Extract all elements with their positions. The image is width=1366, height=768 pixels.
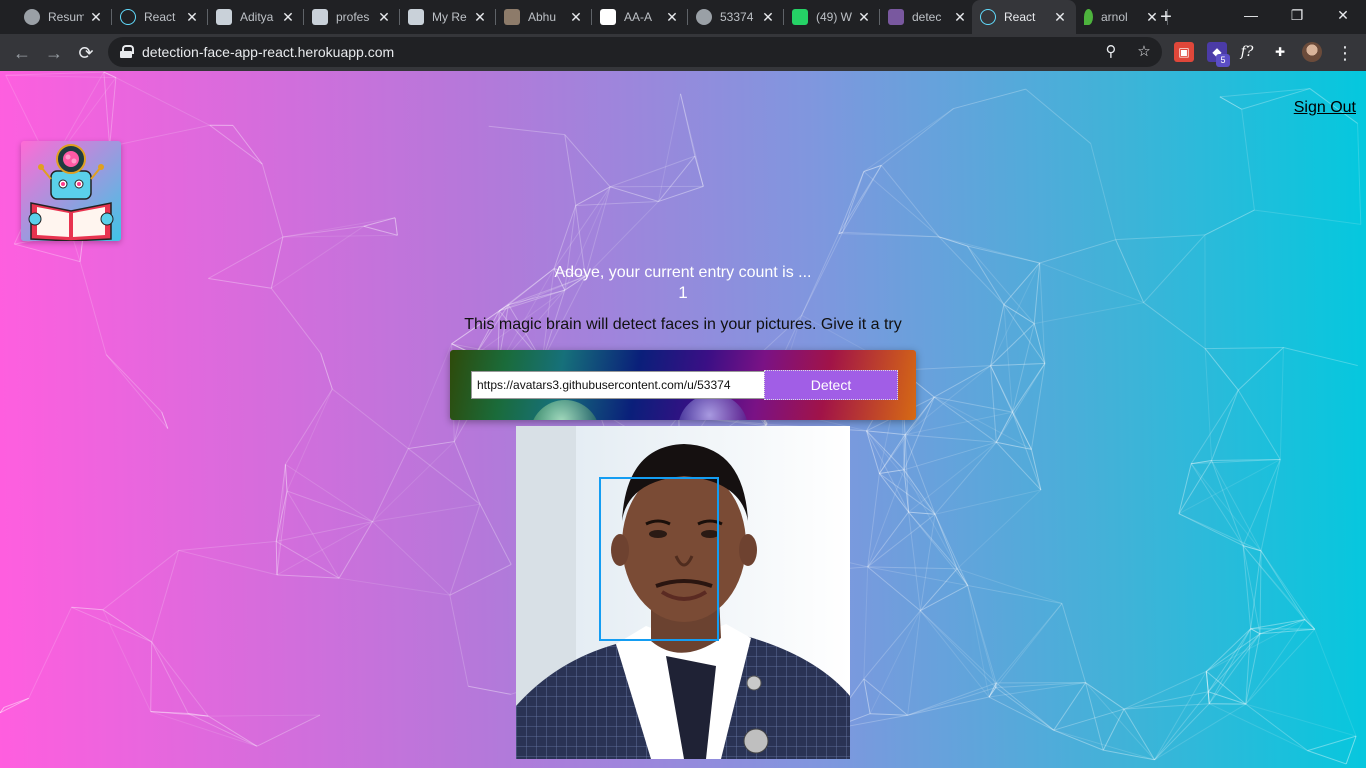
- github-icon: [600, 9, 616, 25]
- bookmark-star-icon[interactable]: ☆: [1134, 42, 1154, 62]
- tab-close-icon[interactable]: ✕: [376, 9, 392, 26]
- tab-title: arnol: [1101, 10, 1128, 24]
- extension-badge: 5: [1216, 54, 1230, 67]
- minimize-button[interactable]: —: [1228, 0, 1274, 30]
- tab-close-icon[interactable]: ✕: [952, 9, 968, 26]
- tab-9[interactable]: (49) W ✕: [784, 0, 880, 34]
- image-url-input[interactable]: [471, 371, 765, 399]
- puzzle-extensions-icon[interactable]: ✚: [1270, 42, 1290, 62]
- react-icon: [120, 9, 136, 25]
- tab-title: profes: [336, 10, 370, 24]
- mongodb-leaf-icon: [1084, 9, 1093, 25]
- profile-avatar[interactable]: [1302, 42, 1322, 62]
- image-url-form: Detect: [450, 350, 916, 420]
- function-extension-icon[interactable]: f?: [1237, 42, 1257, 62]
- tab-8[interactable]: 53374 ✕: [688, 0, 784, 34]
- tab-5[interactable]: My Re ✕: [400, 0, 496, 34]
- tab-title: Abhu: [528, 10, 557, 24]
- heroku-icon: [888, 9, 904, 25]
- face-bounding-box: [599, 477, 719, 641]
- tab-title: Aditya: [240, 10, 274, 24]
- tab-strip: Resum ✕ React ✕ Aditya ✕ profes ✕ My Re ✕ Abhu ✕ AA-…: [0, 0, 1366, 34]
- robot-reading-icon: [28, 144, 114, 241]
- octocat-icon: [216, 9, 232, 25]
- red-extension-icon[interactable]: ▣: [1174, 42, 1194, 62]
- octocat-icon: [312, 9, 328, 25]
- web-page: Sign Out Adoye, your current entry count…: [0, 71, 1366, 768]
- tab-2[interactable]: React ✕: [112, 0, 208, 34]
- address-bar[interactable]: detection-face-app-react.herokuapp.com ⚲…: [108, 37, 1162, 67]
- tab-close-icon[interactable]: ✕: [88, 9, 104, 26]
- tagline: This magic brain will detect faces in yo…: [464, 316, 902, 333]
- tab-title: AA-A: [624, 10, 653, 24]
- chrome-menu-icon[interactable]: ⋮: [1331, 39, 1359, 67]
- react-icon: [980, 9, 996, 25]
- tab-close-icon[interactable]: ✕: [1052, 9, 1068, 26]
- lock-icon[interactable]: [120, 45, 134, 58]
- tab-3[interactable]: Aditya ✕: [208, 0, 304, 34]
- globe-icon: [696, 9, 712, 25]
- zoom-icon[interactable]: ⚲: [1101, 42, 1121, 62]
- tab-close-icon[interactable]: ✕: [760, 9, 776, 26]
- tab-4[interactable]: profes ✕: [304, 0, 400, 34]
- forward-button[interactable]: →: [40, 39, 68, 67]
- tab-title: React: [1004, 10, 1036, 24]
- tab-6[interactable]: Abhu ✕: [496, 0, 592, 34]
- url-text[interactable]: detection-face-app-react.herokuapp.com: [142, 44, 394, 60]
- tab-title: React: [144, 10, 176, 24]
- detect-button[interactable]: Detect: [764, 370, 898, 400]
- tab-title: 53374: [720, 10, 754, 24]
- tab-10[interactable]: detec ✕: [880, 0, 976, 34]
- whatsapp-icon: [792, 9, 808, 25]
- profile-icon: [504, 9, 520, 25]
- brain-robot-logo: [21, 141, 121, 241]
- window-close-button[interactable]: ✕: [1320, 0, 1366, 30]
- tab-1[interactable]: Resum ✕: [16, 0, 112, 34]
- browser-toolbar: ← → ⟳ detection-face-app-react.herokuapp…: [0, 34, 1366, 71]
- back-button[interactable]: ←: [8, 39, 36, 67]
- tab-11[interactable]: React ✕: [972, 0, 1076, 34]
- tab-close-icon[interactable]: ✕: [568, 9, 584, 26]
- entry-count-message: Adoye, your current entry count is ...: [554, 264, 812, 281]
- entry-count-value: 1: [678, 283, 688, 302]
- tab-close-icon[interactable]: ✕: [856, 9, 872, 26]
- new-tab-button[interactable]: +: [1154, 5, 1178, 29]
- decorative-bubble: [530, 400, 600, 420]
- sign-out-link[interactable]: Sign Out: [1294, 99, 1356, 117]
- tab-close-icon[interactable]: ✕: [280, 9, 296, 26]
- tab-close-icon[interactable]: ✕: [184, 9, 200, 26]
- tab-close-icon[interactable]: ✕: [472, 9, 488, 26]
- uploaded-photo: [516, 426, 850, 759]
- octocat-icon: [408, 9, 424, 25]
- tab-title: My Re: [432, 10, 467, 24]
- reload-button[interactable]: ⟳: [72, 39, 100, 67]
- globe-icon: [24, 9, 40, 25]
- tab-title: detec: [912, 10, 942, 24]
- tab-close-icon[interactable]: ✕: [664, 9, 680, 26]
- tab-7[interactable]: AA-A ✕: [592, 0, 688, 34]
- tab-title: Resum: [48, 10, 84, 24]
- tab-title: (49) W: [816, 10, 852, 24]
- restore-button[interactable]: ❐: [1274, 0, 1320, 30]
